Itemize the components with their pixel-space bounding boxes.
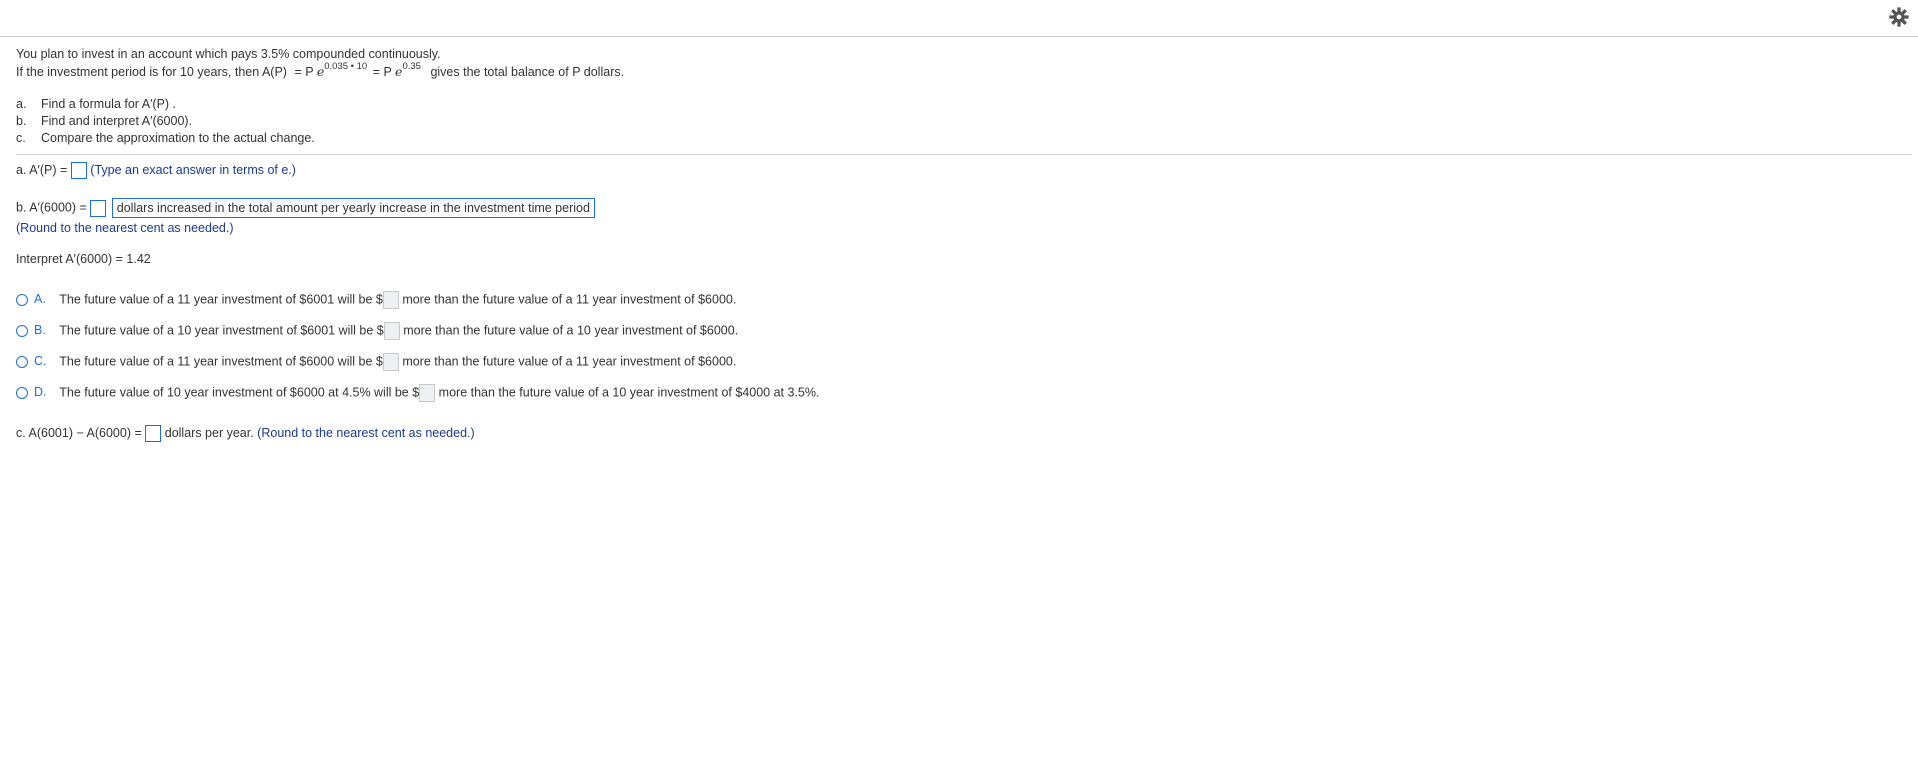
option-a-radio[interactable] [16, 294, 28, 306]
equation-2: = P e0.35 [372, 61, 421, 79]
answer-a-hint: (Type an exact answer in terms of e.) [90, 163, 296, 177]
option-a[interactable]: A. The future value of a 11 year investm… [16, 291, 736, 309]
answer-a-label: a. A′(P) = [16, 163, 68, 177]
option-a-letter: A. [34, 292, 46, 307]
answer-b-row: b. A′(6000) = dollars increased in the t… [16, 198, 595, 218]
answer-c-input[interactable] [145, 425, 162, 443]
problem-line-1: You plan to invest in an account which p… [16, 47, 441, 61]
equation-1: = P e0.035 • 10 [294, 61, 368, 79]
option-d[interactable]: D. The future value of 10 year investmen… [16, 384, 819, 402]
answer-c-row: c. A(6001) − A(6000) = dollars per year.… [16, 425, 475, 443]
answer-b-label: b. A′(6000) = [16, 200, 87, 215]
answer-b-hint: (Round to the nearest cent as needed.) [16, 221, 234, 235]
divider [16, 154, 1912, 155]
top-bar [0, 0, 1918, 37]
answer-c-hint: (Round to the nearest cent as needed.) [257, 426, 475, 440]
option-c-input[interactable] [382, 353, 399, 371]
interpret-text: Interpret A′(6000) = 1.42 [16, 252, 151, 266]
option-c-letter: C. [34, 354, 47, 369]
answer-c-unit: dollars per year. [164, 426, 254, 440]
option-a-input[interactable] [382, 291, 399, 309]
option-d-input[interactable] [419, 384, 436, 402]
part-c-item: c. Compare the approximation to the actua… [16, 131, 315, 145]
option-c-radio[interactable] [16, 356, 28, 368]
problem-line-2-post: gives the total balance of P dollars. [430, 65, 625, 79]
option-b-input[interactable] [383, 322, 400, 340]
part-b-item: b. Find and interpret A′(6000). [16, 114, 193, 128]
gear-icon[interactable] [1888, 6, 1910, 28]
option-d-radio[interactable] [16, 387, 28, 399]
problem-line-2-pre: If the investment period is for 10 years… [16, 65, 287, 79]
problem-line-2: If the investment period is for 10 years… [16, 61, 625, 82]
option-d-letter: D. [34, 385, 47, 400]
answer-a-row: a. A′(P) = (Type an exact answer in term… [16, 162, 296, 180]
option-b-letter: B. [34, 323, 46, 338]
part-a-item: a. Find a formula for A′(P) . [16, 97, 177, 111]
option-c[interactable]: C. The future value of a 11 year investm… [16, 353, 736, 371]
answer-b-input[interactable] [90, 199, 107, 217]
answer-a-input[interactable] [70, 162, 87, 180]
answer-c-label: c. A(6001) − A(6000) = [16, 426, 142, 440]
answer-b-unit-dropdown[interactable]: dollars increased in the total amount pe… [111, 198, 595, 218]
option-b[interactable]: B. The future value of a 10 year investm… [16, 322, 738, 340]
option-b-radio[interactable] [16, 325, 28, 337]
